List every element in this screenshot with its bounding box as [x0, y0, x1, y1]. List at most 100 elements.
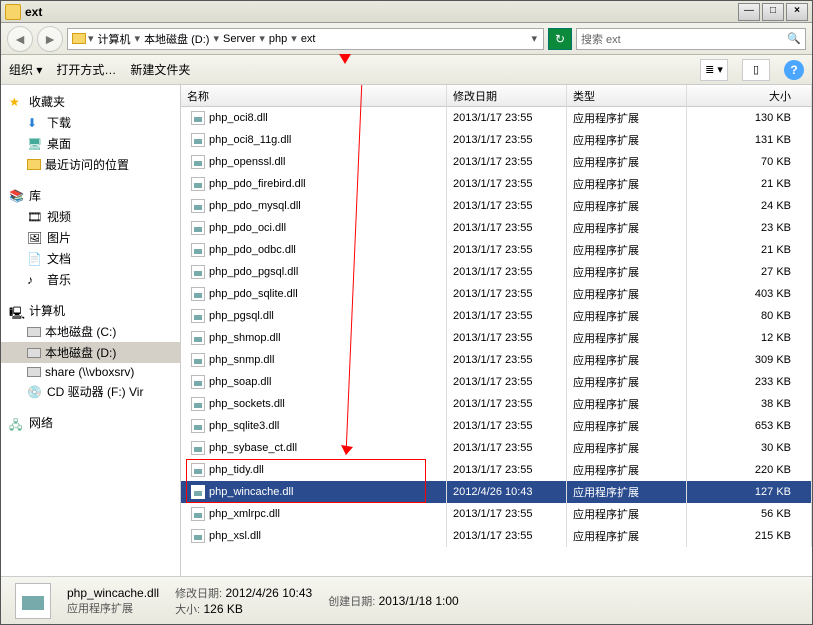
sidebar-item-drive-d[interactable]: 本地磁盘 (D:) — [1, 342, 180, 363]
file-date: 2013/1/17 23:55 — [447, 195, 567, 217]
file-type: 应用程序扩展 — [567, 481, 687, 503]
new-folder-button[interactable]: 新建文件夹 — [130, 61, 190, 78]
dll-icon — [191, 529, 205, 543]
file-size: 309 KB — [687, 349, 812, 371]
column-name[interactable]: 名称 — [181, 85, 447, 106]
column-type[interactable]: 类型 — [567, 85, 687, 106]
file-row[interactable]: php_xsl.dll2013/1/17 23:55应用程序扩展215 KB — [181, 525, 812, 547]
file-type: 应用程序扩展 — [567, 349, 687, 371]
file-size: 21 KB — [687, 239, 812, 261]
sidebar-item-cd[interactable]: 💿CD 驱动器 (F:) Vir — [1, 381, 180, 402]
breadcrumb-segment[interactable]: php — [267, 33, 289, 45]
column-size[interactable]: 大小 — [687, 85, 812, 106]
file-size: 80 KB — [687, 305, 812, 327]
sidebar-item-pictures[interactable]: 🖼图片 — [1, 227, 180, 248]
sidebar-item-downloads[interactable]: ⬇下载 — [1, 112, 180, 133]
file-size: 233 KB — [687, 371, 812, 393]
dll-icon — [191, 419, 205, 433]
dll-icon — [191, 331, 205, 345]
file-row[interactable]: php_sockets.dll2013/1/17 23:55应用程序扩展38 K… — [181, 393, 812, 415]
navbar: ◄ ► ▾ 计算机 ▾ 本地磁盘 (D:) ▾ Server ▾ php ▾ e… — [1, 23, 812, 55]
toolbar: 组织 ▾ 打开方式… 新建文件夹 ≣ ▾ ▯ ? — [1, 55, 812, 85]
sidebar-item-recent[interactable]: 最近访问的位置 — [1, 154, 180, 175]
file-name: php_pdo_odbc.dll — [209, 244, 296, 256]
library-group[interactable]: 📚库 — [1, 185, 180, 206]
file-row[interactable]: php_snmp.dll2013/1/17 23:55应用程序扩展309 KB — [181, 349, 812, 371]
dll-icon — [191, 221, 205, 235]
file-date: 2013/1/17 23:55 — [447, 261, 567, 283]
file-row[interactable]: php_tidy.dll2013/1/17 23:55应用程序扩展220 KB — [181, 459, 812, 481]
file-row[interactable]: php_pdo_odbc.dll2013/1/17 23:55应用程序扩展21 … — [181, 239, 812, 261]
column-date[interactable]: 修改日期 — [447, 85, 567, 106]
dll-icon — [191, 375, 205, 389]
dll-icon — [191, 287, 205, 301]
file-size: 56 KB — [687, 503, 812, 525]
favorites-group[interactable]: ★收藏夹 — [1, 91, 180, 112]
file-type: 应用程序扩展 — [567, 305, 687, 327]
file-date: 2013/1/17 23:55 — [447, 129, 567, 151]
breadcrumb-segment[interactable]: 本地磁盘 (D:) — [142, 31, 211, 47]
titlebar: ext — □ × — [1, 1, 812, 23]
file-row[interactable]: php_shmop.dll2013/1/17 23:55应用程序扩展12 KB — [181, 327, 812, 349]
search-input[interactable]: 搜索 ext 🔍 — [576, 28, 806, 50]
maximize-button[interactable]: □ — [762, 3, 784, 21]
organize-menu[interactable]: 组织 ▾ — [9, 61, 42, 78]
file-type: 应用程序扩展 — [567, 371, 687, 393]
forward-button[interactable]: ► — [37, 26, 63, 52]
network-group[interactable]: 🖧网络 — [1, 412, 180, 433]
folder-icon — [27, 159, 41, 170]
file-name: php_shmop.dll — [209, 332, 281, 344]
close-button[interactable]: × — [786, 3, 808, 21]
dll-icon — [191, 243, 205, 257]
sidebar-item-drive-c[interactable]: 本地磁盘 (C:) — [1, 321, 180, 342]
preview-pane-button[interactable]: ▯ — [742, 59, 770, 81]
file-date: 2013/1/17 23:55 — [447, 503, 567, 525]
file-row[interactable]: php_oci8_11g.dll2013/1/17 23:55应用程序扩展131… — [181, 129, 812, 151]
sidebar-item-music[interactable]: ♪音乐 — [1, 269, 180, 290]
refresh-button[interactable]: ↻ — [548, 28, 572, 50]
dll-icon — [191, 309, 205, 323]
file-name: php_wincache.dll — [209, 486, 293, 498]
file-name: php_pdo_firebird.dll — [209, 178, 306, 190]
back-button[interactable]: ◄ — [7, 26, 33, 52]
file-type: 应用程序扩展 — [567, 239, 687, 261]
file-size: 70 KB — [687, 151, 812, 173]
file-row[interactable]: php_pdo_sqlite.dll2013/1/17 23:55应用程序扩展4… — [181, 283, 812, 305]
view-options-button[interactable]: ≣ ▾ — [700, 59, 728, 81]
file-type: 应用程序扩展 — [567, 459, 687, 481]
file-row[interactable]: php_wincache.dll2012/4/26 10:43应用程序扩展127… — [181, 481, 812, 503]
sidebar-item-videos[interactable]: 🎞视频 — [1, 206, 180, 227]
minimize-button[interactable]: — — [738, 3, 760, 21]
file-size: 24 KB — [687, 195, 812, 217]
file-row[interactable]: php_pdo_oci.dll2013/1/17 23:55应用程序扩展23 K… — [181, 217, 812, 239]
file-row[interactable]: php_openssl.dll2013/1/17 23:55应用程序扩展70 K… — [181, 151, 812, 173]
file-row[interactable]: php_xmlrpc.dll2013/1/17 23:55应用程序扩展56 KB — [181, 503, 812, 525]
sidebar-item-desktop[interactable]: 🖥桌面 — [1, 133, 180, 154]
file-name: php_snmp.dll — [209, 354, 274, 366]
sidebar-item-share[interactable]: share (\\vboxsrv) — [1, 363, 180, 381]
address-breadcrumb[interactable]: ▾ 计算机 ▾ 本地磁盘 (D:) ▾ Server ▾ php ▾ ext ▾ — [67, 28, 544, 50]
sidebar-item-documents[interactable]: 📄文档 — [1, 248, 180, 269]
open-with-button[interactable]: 打开方式… — [56, 61, 116, 78]
file-row[interactable]: php_sqlite3.dll2013/1/17 23:55应用程序扩展653 … — [181, 415, 812, 437]
breadcrumb-segment[interactable]: Server — [221, 33, 257, 45]
file-row[interactable]: php_sybase_ct.dll2013/1/17 23:55应用程序扩展30… — [181, 437, 812, 459]
file-row[interactable]: php_pgsql.dll2013/1/17 23:55应用程序扩展80 KB — [181, 305, 812, 327]
file-row[interactable]: php_pdo_firebird.dll2013/1/17 23:55应用程序扩… — [181, 173, 812, 195]
breadcrumb-segment[interactable]: 计算机 — [96, 31, 133, 47]
help-button[interactable]: ? — [784, 60, 804, 80]
dropdown-icon[interactable]: ▾ — [529, 32, 539, 45]
file-row[interactable]: php_pdo_pgsql.dll2013/1/17 23:55应用程序扩展27… — [181, 261, 812, 283]
file-row[interactable]: php_oci8.dll2013/1/17 23:55应用程序扩展130 KB — [181, 107, 812, 129]
library-icon: 📚 — [9, 189, 25, 203]
file-row[interactable]: php_soap.dll2013/1/17 23:55应用程序扩展233 KB — [181, 371, 812, 393]
file-size: 403 KB — [687, 283, 812, 305]
breadcrumb-segment[interactable]: ext — [299, 33, 318, 45]
file-row[interactable]: php_pdo_mysql.dll2013/1/17 23:55应用程序扩展24… — [181, 195, 812, 217]
file-date: 2013/1/17 23:55 — [447, 107, 567, 129]
file-type: 应用程序扩展 — [567, 327, 687, 349]
file-date: 2013/1/17 23:55 — [447, 305, 567, 327]
file-type: 应用程序扩展 — [567, 283, 687, 305]
computer-group[interactable]: 🖳计算机 — [1, 300, 180, 321]
dll-icon — [191, 177, 205, 191]
